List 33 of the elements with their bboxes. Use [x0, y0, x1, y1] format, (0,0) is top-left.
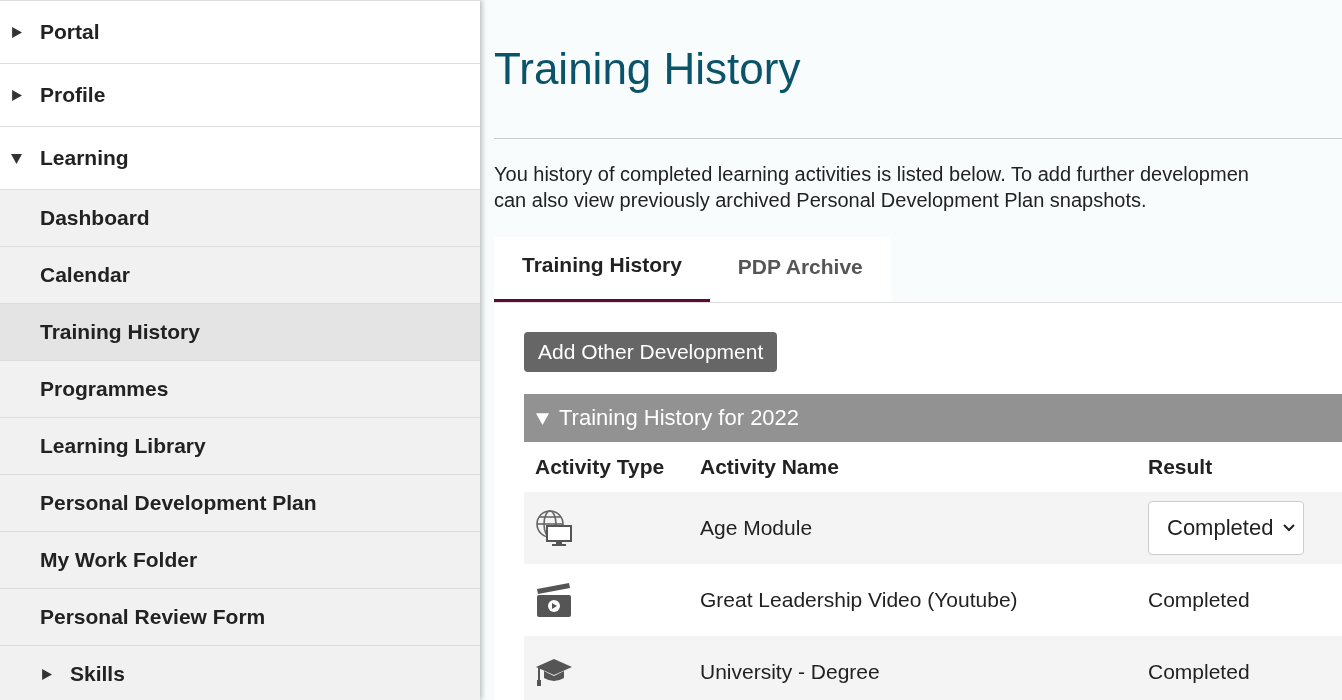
sidebar-item[interactable]: Calendar	[0, 247, 480, 304]
page-title: Training History	[494, 44, 802, 94]
graduation-cap-icon	[535, 657, 573, 687]
group-title: Training History for 2022	[559, 405, 800, 431]
column-header: Result	[1148, 455, 1213, 479]
sidebar-item[interactable]: Skills	[0, 646, 480, 700]
intro-text: You history of completed learning activities is listed below. To add further developmen can also view previously archived Personal Development Plan snapshots.	[494, 162, 1250, 213]
sidebar-item[interactable]: Learning Library	[0, 418, 480, 475]
result-dropdown[interactable]: Completed	[1148, 501, 1305, 555]
table-cell-text: Age Module	[700, 516, 814, 540]
column-header: Activity Name	[700, 455, 840, 479]
sidebar-item[interactable]: Training History	[0, 304, 480, 361]
add-development-button[interactable]: Add Other Development	[524, 332, 778, 372]
globe-monitor-icon	[535, 509, 573, 547]
tab[interactable]: Training History	[494, 237, 710, 302]
expand-toggle-icon	[11, 26, 22, 38]
collapse-toggle-icon	[536, 411, 549, 425]
table-cell: Completed	[1148, 588, 1250, 611]
clapperboard-icon	[535, 581, 573, 619]
sidebar-item[interactable]: Personal Development Plan	[0, 475, 480, 532]
sidebar-item[interactable]: Dashboard	[0, 190, 480, 247]
chevron-down-icon	[1283, 524, 1296, 532]
column-header: Activity Type	[534, 455, 666, 479]
tab[interactable]: PDP Archive	[709, 237, 891, 302]
expand-toggle-icon	[11, 152, 22, 164]
sidebar-item[interactable]: My Work Folder	[0, 532, 480, 589]
expand-toggle-icon	[11, 89, 22, 101]
table-cell-text: University - Degree	[700, 660, 881, 684]
table-cell-text: Great Leadership Video (Youtube)	[700, 588, 1019, 612]
expand-toggle-icon	[41, 668, 52, 680]
table-cell: Completed	[1148, 660, 1250, 683]
sidebar-item[interactable]: Personal Review Form	[0, 589, 480, 646]
sidebar-item[interactable]: Programmes	[0, 361, 480, 418]
